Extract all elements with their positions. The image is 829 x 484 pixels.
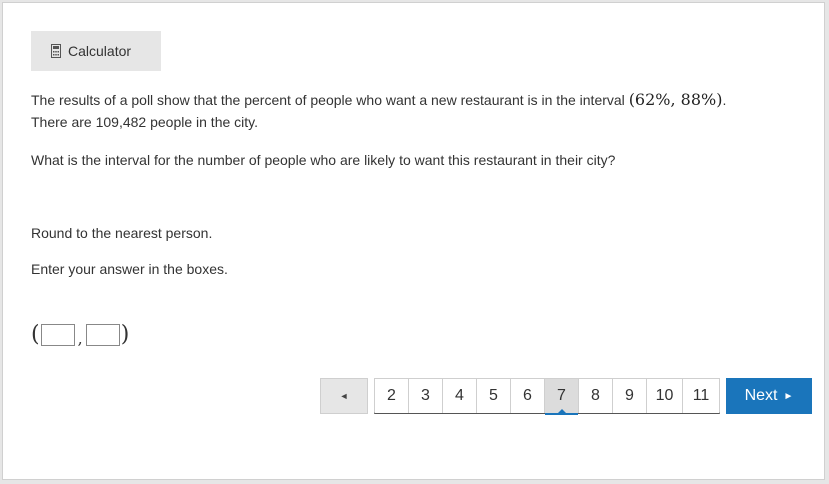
- question-stem: The results of a poll show that the perc…: [31, 89, 791, 133]
- question-line1-end: .: [722, 92, 727, 108]
- page-7-label: 7: [557, 387, 566, 404]
- pagination: ◄ 2 3 4 5 6 7 8 9 10 11 Next ►: [320, 378, 812, 415]
- current-page-marker-icon: [557, 409, 566, 413]
- question-line1: The results of a poll show that the perc…: [31, 92, 629, 108]
- question-prompt: What is the interval for the number of p…: [31, 152, 616, 168]
- page-11[interactable]: 11: [683, 379, 719, 413]
- chevron-right-icon: ►: [783, 390, 794, 402]
- chevron-left-icon: ◄: [339, 391, 349, 401]
- next-button[interactable]: Next ►: [726, 378, 812, 414]
- page-10[interactable]: 10: [647, 379, 683, 413]
- page-8[interactable]: 8: [579, 379, 613, 413]
- calculator-icon: [51, 44, 61, 58]
- previous-button[interactable]: ◄: [320, 378, 368, 414]
- calculator-label: Calculator: [68, 43, 132, 59]
- page-list: 2 3 4 5 6 7 8 9 10 11: [374, 378, 720, 415]
- page-2[interactable]: 2: [375, 379, 409, 413]
- lower-bound-input[interactable]: [40, 324, 75, 346]
- question-panel: Calculator The results of a poll show th…: [2, 2, 825, 480]
- entry-instruction: Enter your answer in the boxes.: [31, 261, 228, 277]
- close-paren: ): [120, 322, 130, 347]
- open-paren: (: [31, 322, 40, 347]
- calculator-button[interactable]: Calculator: [31, 31, 161, 71]
- page-3[interactable]: 3: [409, 379, 443, 413]
- page-9[interactable]: 9: [613, 379, 647, 413]
- page-7-current[interactable]: 7: [545, 379, 579, 415]
- page-5[interactable]: 5: [477, 379, 511, 413]
- upper-bound-input[interactable]: [85, 324, 120, 346]
- rounding-instruction: Round to the nearest person.: [31, 225, 213, 241]
- comma-separator: ,: [77, 328, 83, 348]
- page-6[interactable]: 6: [511, 379, 545, 413]
- question-line2: There are 109,482 people in the city.: [31, 114, 259, 130]
- next-label: Next: [744, 387, 778, 404]
- answer-interval: ( , ): [31, 321, 129, 349]
- page-4[interactable]: 4: [443, 379, 477, 413]
- interval-math: (62%, 88%): [628, 90, 723, 109]
